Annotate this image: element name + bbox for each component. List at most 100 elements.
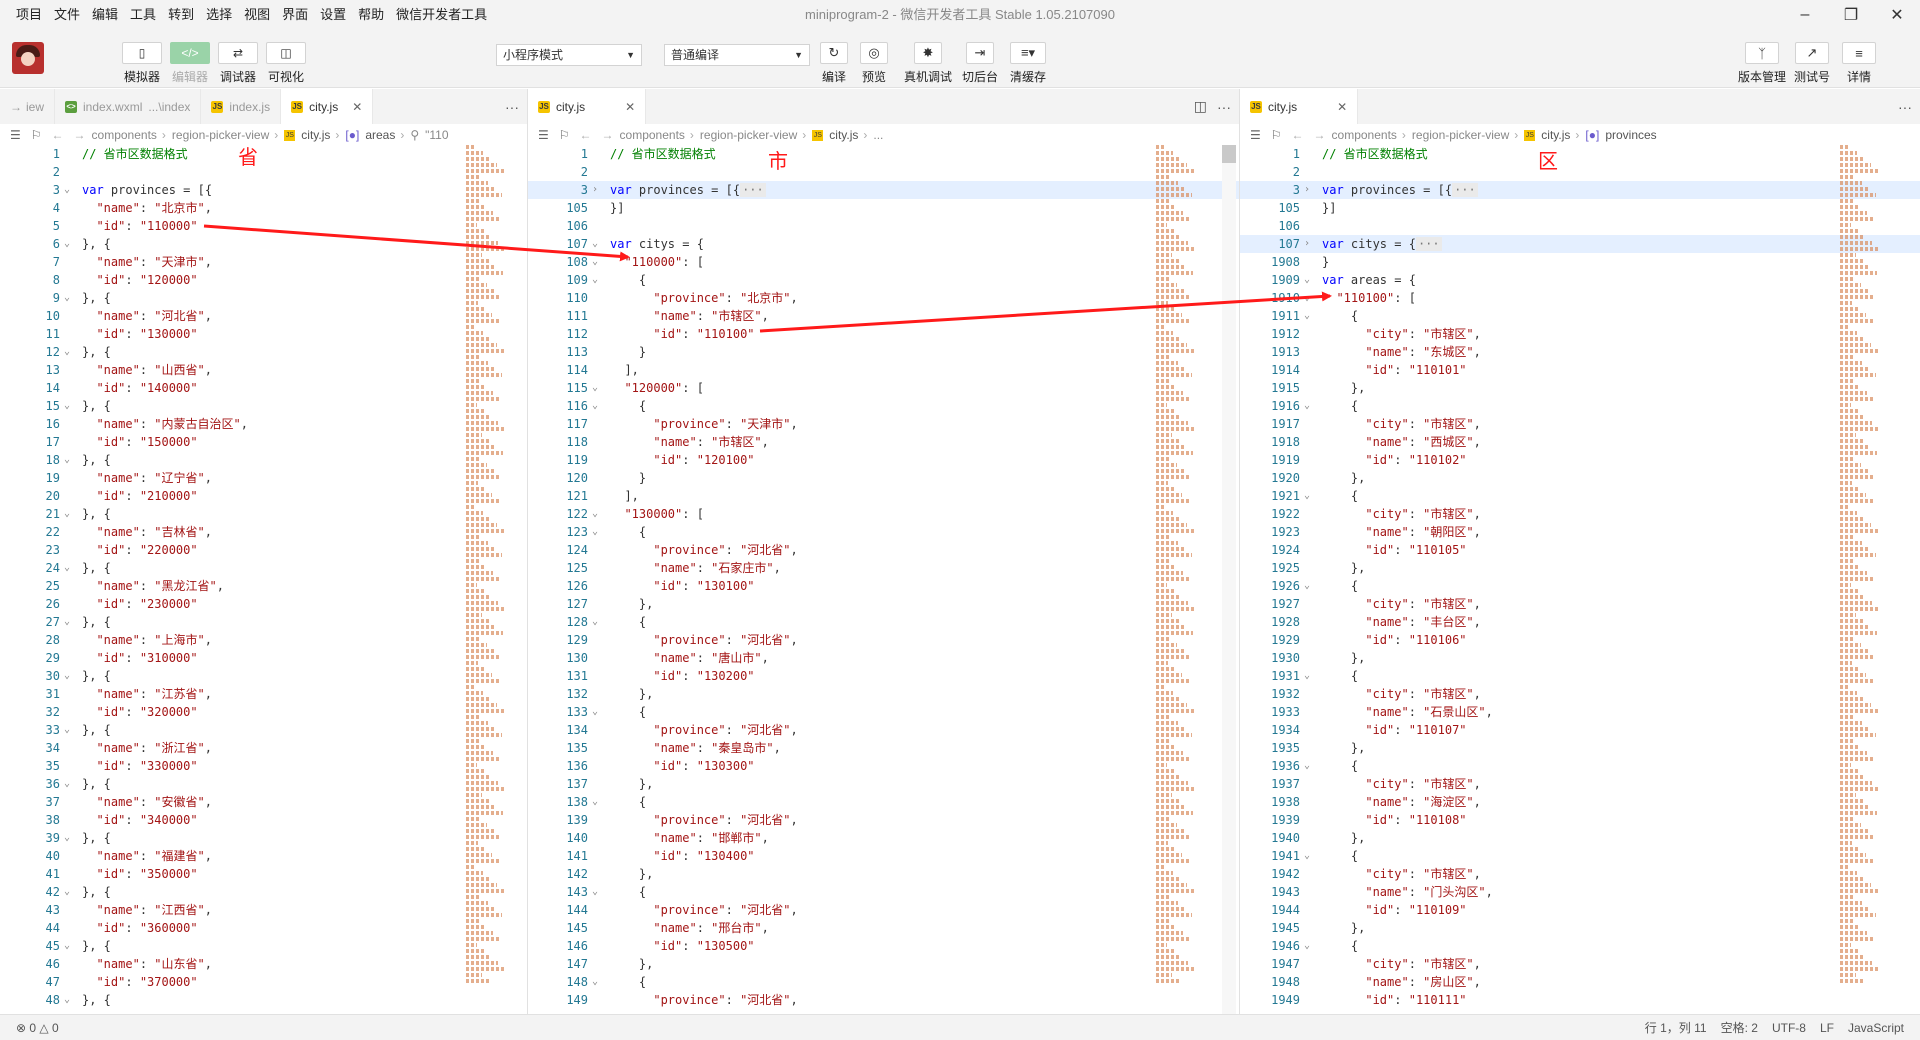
code-line[interactable]: 21 ⌄}, { [0,505,527,523]
chevron-down-icon[interactable]: ⌄ [64,181,70,199]
minimize-icon[interactable]: – [1782,0,1828,30]
maximize-icon[interactable]: ❐ [1828,0,1874,30]
chevron-down-icon[interactable]: ⌄ [592,613,598,631]
code-line[interactable]: 1916 ⌄ { [1240,397,1920,415]
code-line[interactable]: 2 [1240,163,1920,181]
code-line[interactable]: 22 "name": "吉林省", [0,523,527,541]
minimap[interactable] [466,145,522,1014]
menu-item[interactable]: 设置 [314,0,352,30]
code-line[interactable]: 41 "id": "350000" [0,865,527,883]
avatar[interactable] [12,42,44,74]
code-line[interactable]: 111 "name": "市辖区", [528,307,1239,325]
chevron-down-icon[interactable]: ⌄ [592,505,598,523]
chevron-down-icon[interactable]: ⌄ [64,397,70,415]
code-line[interactable]: 3 › var provinces = [{··· [528,181,1239,199]
more-icon[interactable]: ··· [505,99,519,115]
code-line[interactable]: 1928 "name": "丰台区", [1240,613,1920,631]
code-line[interactable]: 1926 ⌄ { [1240,577,1920,595]
chevron-down-icon[interactable]: ⌄ [64,775,70,793]
chevron-down-icon[interactable]: ⌄ [1304,577,1310,595]
code-line[interactable]: 112 "id": "110100" [528,325,1239,343]
code-line[interactable]: 34 "name": "浙江省", [0,739,527,757]
chevron-down-icon[interactable]: ⌄ [592,235,598,253]
code-line[interactable]: 26 "id": "230000" [0,595,527,613]
details-button[interactable]: ≡ 详情 [1842,42,1876,85]
problems-indicator[interactable]: ⊗ 0 △ 0 [16,1015,59,1040]
code-line[interactable]: 1941 ⌄ { [1240,847,1920,865]
code-line[interactable]: 105}] [1240,199,1920,217]
debugger-button[interactable]: ⇄ 调试器 [218,42,258,85]
code-line[interactable]: 1924 "id": "110105" [1240,541,1920,559]
compile-select[interactable]: 普通编译 ▼ [664,44,810,66]
code-line[interactable]: 1931 ⌄ { [1240,667,1920,685]
tab-city-js[interactable]: JS city.js ✕ [281,89,374,124]
code-line[interactable]: 105}] [528,199,1239,217]
code-line[interactable]: 19 "name": "辽宁省", [0,469,527,487]
code-line[interactable]: 108 ⌄ "110000": [ [528,253,1239,271]
bookmark-icon[interactable]: ⚐ [31,128,42,142]
code-line[interactable]: 1934 "id": "110107" [1240,721,1920,739]
code-line[interactable]: 123 ⌄ { [528,523,1239,541]
background-button[interactable]: ⇥ 切后台 [962,42,998,85]
chevron-down-icon[interactable]: ⌄ [64,667,70,685]
chevron-down-icon[interactable]: ⌄ [592,883,598,901]
code-line[interactable]: 39 ⌄}, { [0,829,527,847]
chevron-down-icon[interactable]: ⌄ [64,289,70,307]
menu-item[interactable]: 界面 [276,0,314,30]
code-line[interactable]: 110 "province": "北京市", [528,289,1239,307]
code-line[interactable]: 117 "province": "天津市", [528,415,1239,433]
code-line[interactable]: 1937 "city": "市辖区", [1240,775,1920,793]
forward-icon[interactable]: → [1314,128,1326,142]
cursor-position[interactable]: 行 1，列 11 [1645,1015,1707,1040]
menu-item[interactable]: 帮助 [352,0,390,30]
chevron-down-icon[interactable]: ⌄ [64,613,70,631]
close-icon[interactable]: ✕ [352,100,362,114]
code-line[interactable]: 1911 ⌄ { [1240,307,1920,325]
chevron-down-icon[interactable]: ⌄ [592,397,598,415]
breadcrumb-item[interactable]: areas [365,128,395,142]
code-line[interactable]: 1933 "name": "石景山区", [1240,703,1920,721]
chevron-down-icon[interactable]: ⌄ [592,523,598,541]
code-line[interactable]: 11 "id": "130000" [0,325,527,343]
code-line[interactable]: 1 // 省市区数据格式 [528,145,1239,163]
code-line[interactable]: 121 ], [528,487,1239,505]
chevron-down-icon[interactable]: ⌄ [1304,307,1310,325]
code-line[interactable]: 27 ⌄}, { [0,613,527,631]
code-line[interactable]: 106 [528,217,1239,235]
code-line[interactable]: 120 } [528,469,1239,487]
code-line[interactable]: 1940 }, [1240,829,1920,847]
code-line[interactable]: 37 "name": "安徽省", [0,793,527,811]
code-line[interactable]: 1944 "id": "110109" [1240,901,1920,919]
code-line[interactable]: 122 ⌄ "130000": [ [528,505,1239,523]
code-line[interactable]: 38 "id": "340000" [0,811,527,829]
code-line[interactable]: 138 ⌄ { [528,793,1239,811]
code-line[interactable]: 40 "name": "福建省", [0,847,527,865]
menu-item[interactable]: 工具 [124,0,162,30]
breadcrumb-item[interactable]: ... [873,128,883,142]
code-line[interactable]: 30 ⌄}, { [0,667,527,685]
code-line[interactable]: 107 ⌄ var citys = { [528,235,1239,253]
code-line[interactable]: 144 "province": "河北省", [528,901,1239,919]
code-line[interactable]: 2 [528,163,1239,181]
bookmark-icon[interactable]: ⚐ [559,128,570,142]
chevron-down-icon[interactable]: ⌄ [64,829,70,847]
chevron-down-icon[interactable]: ⌄ [64,991,70,1009]
breadcrumb-item[interactable]: "110 [425,128,448,142]
code-line[interactable]: 1 // 省市区数据格式 [0,145,527,163]
breadcrumb-item[interactable]: components [620,128,685,142]
chevron-down-icon[interactable]: ⌄ [1304,847,1310,865]
breadcrumb-item[interactable]: region-picker-view [1412,128,1509,142]
menu-item[interactable]: 微信开发者工具 [390,0,493,30]
code-line[interactable]: 44 "id": "360000" [0,919,527,937]
code-line[interactable]: 1918 "name": "西城区", [1240,433,1920,451]
code-line[interactable]: 23 "id": "220000" [0,541,527,559]
code-line[interactable]: 1915 }, [1240,379,1920,397]
chevron-down-icon[interactable]: ⌄ [64,451,70,469]
code-line[interactable]: 1908} [1240,253,1920,271]
breadcrumb-item[interactable]: region-picker-view [172,128,269,142]
menu-item[interactable]: 选择 [200,0,238,30]
code-line[interactable]: 1948 "name": "房山区", [1240,973,1920,991]
breadcrumb-item[interactable]: provinces [1605,128,1656,142]
code-line[interactable]: 137 }, [528,775,1239,793]
code-line[interactable]: 13 "name": "山西省", [0,361,527,379]
